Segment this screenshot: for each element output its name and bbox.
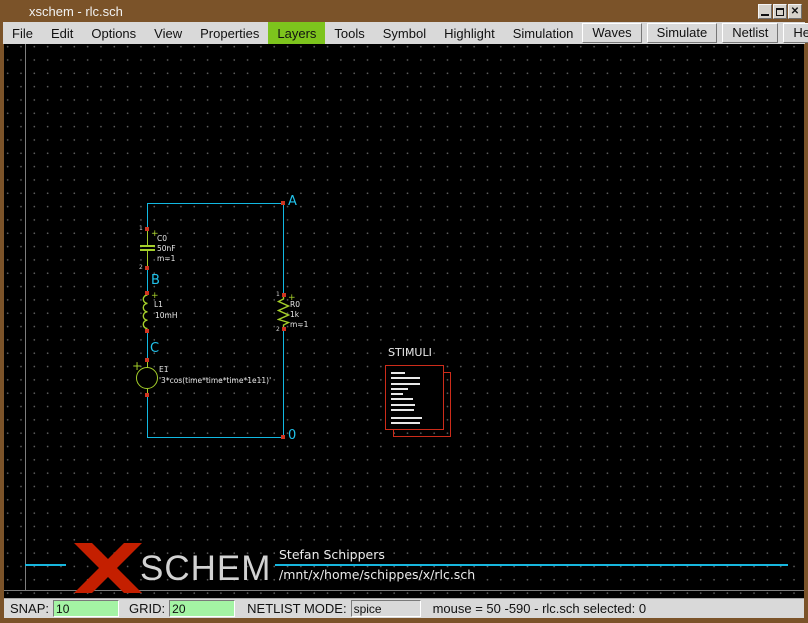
menu-edit[interactable]: Edit [42,22,82,44]
wire-left-a-c0[interactable] [147,203,148,228]
r0-pin2-number: 2 [276,327,280,333]
maximize-button[interactable] [773,4,787,19]
c0-lead-top [147,231,148,245]
wire-right-r0-gnd[interactable] [283,331,284,438]
menu-highlight[interactable]: Highlight [435,22,504,44]
menu-file[interactable]: File [3,22,42,44]
menu-properties[interactable]: Properties [191,22,268,44]
close-button[interactable]: ✕ [788,4,802,19]
titlebar[interactable]: xschem - rlc.sch ✕ [0,0,808,22]
net-label-b[interactable]: B [151,274,160,287]
titleblock-line-left [25,564,66,566]
netlist-mode-input[interactable] [351,600,421,617]
e1-name: E1 [159,365,169,374]
r0-value: 1k [290,310,299,319]
wire-left-l1-e1[interactable] [147,333,148,359]
simulate-button[interactable]: Simulate [647,23,718,43]
wire-left-e1-gnd[interactable] [147,397,148,438]
menu-options[interactable]: Options [82,22,145,44]
statusbar-info: mouse = 50 -590 - rlc.sch selected: 0 [433,601,647,616]
net-pin-a [281,201,285,205]
r0-mult: m=1 [290,320,308,329]
minimize-icon [761,14,769,16]
file-path-text[interactable]: /mnt/x/home/schippes/x/rlc.sch [279,568,475,581]
e1-pin2 [145,393,149,397]
xschem-window: xschem - rlc.sch ✕ File Edit Options Vie… [0,0,808,623]
maximize-icon [776,8,784,16]
menubar: File Edit Options View Properties Layers… [3,22,805,44]
help-button[interactable]: Help [783,23,808,43]
c0-mult: m=1 [157,254,175,263]
window-title: xschem - rlc.sch [29,4,123,19]
menu-simulation[interactable]: Simulation [504,22,583,44]
snap-input[interactable] [53,600,119,617]
l1-coil-icon [138,295,149,329]
author-text[interactable]: Stefan Schippers [279,548,385,561]
l1-pin2 [145,329,149,333]
net-label-a[interactable]: A [288,195,297,208]
c0-name: C0 [157,234,167,243]
sheet-border-left [25,44,26,591]
c0-pin2-number: 2 [139,265,143,271]
net-pin-0 [281,435,285,439]
c0-pin2 [145,266,149,270]
l1-name: L1 [154,300,163,309]
menubar-buttons: Waves Simulate Netlist Help [582,22,808,44]
close-icon: ✕ [791,7,799,17]
c0-lead-bottom [147,251,148,266]
waves-button[interactable]: Waves [582,23,641,43]
wire-right-a-r0[interactable] [283,203,284,294]
snap-label: SNAP: [10,601,49,616]
menu-view[interactable]: View [145,22,191,44]
wire-bottom[interactable] [147,437,284,438]
r0-name: R0 [290,300,300,309]
net-label-c[interactable]: C [150,342,159,355]
c0-pin1-number: 1 [139,226,143,232]
grid-label: GRID: [129,601,165,616]
r0-pin2 [282,327,286,331]
l1-value: 10mH [155,311,178,320]
netlist-button[interactable]: Netlist [722,23,778,43]
grid-input[interactable] [169,600,235,617]
e1-value: '3*cos(time*time*time*1e11)' [159,376,271,385]
xschem-logo-x-icon [72,543,144,593]
titleblock-line [275,564,788,566]
e1-source-circle-icon [136,367,158,389]
menu-layers[interactable]: Layers [268,22,325,44]
schematic-canvas[interactable]: A B C 0 1 + 2 C0 50nF m=1 + [4,44,804,598]
c0-value: 50nF [157,244,176,253]
menu-tools[interactable]: Tools [325,22,373,44]
net-label-0[interactable]: 0 [288,429,296,442]
r0-zigzag-icon [277,297,290,328]
wire-left-c0-l1[interactable] [147,270,148,292]
xschem-logo-text: SCHEM [140,551,271,586]
netlist-mode-label: NETLIST MODE: [247,601,346,616]
window-controls: ✕ [758,4,802,19]
c0-plate-top [140,245,155,247]
stimuli-label: STIMULI [388,347,432,359]
statusbar: SNAP: GRID: NETLIST MODE: mouse = 50 -59… [4,598,804,618]
minimize-button[interactable] [758,4,772,19]
wire-top[interactable] [147,203,284,204]
menu-symbol[interactable]: Symbol [374,22,435,44]
